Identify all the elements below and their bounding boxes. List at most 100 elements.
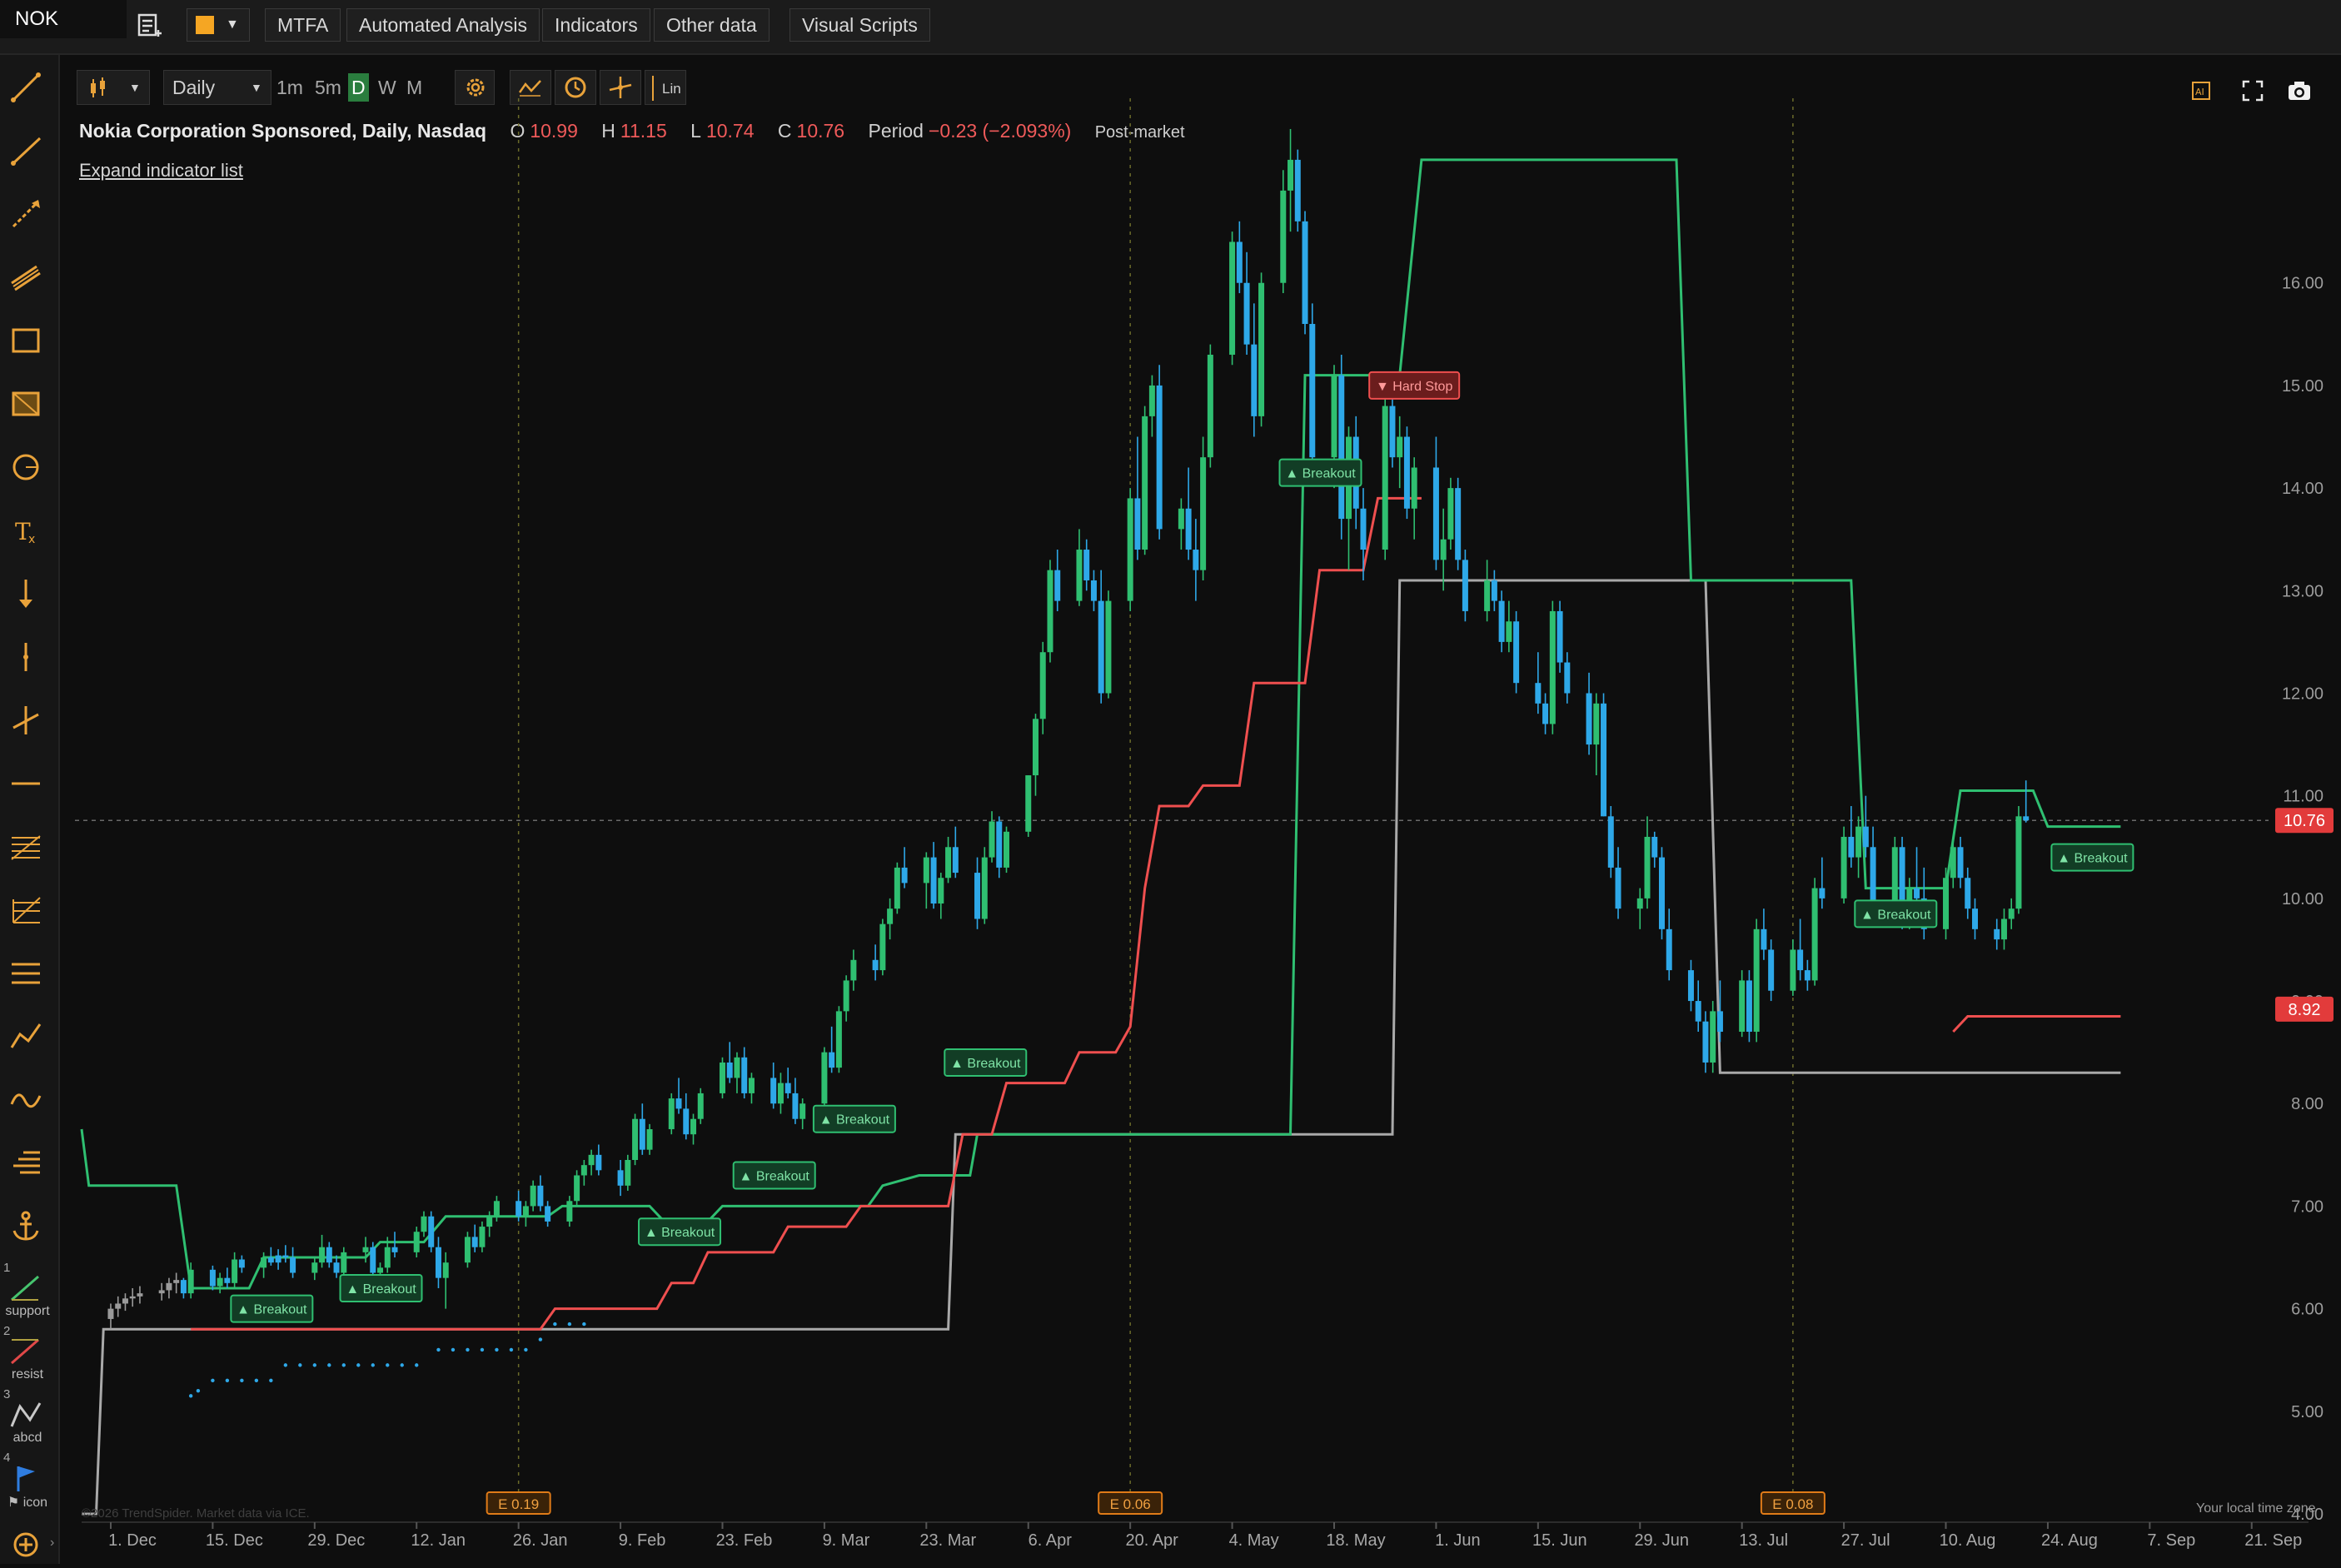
candle-body — [697, 1093, 704, 1119]
wave-tool-icon[interactable] — [7, 1081, 45, 1119]
candle-body — [2008, 908, 2015, 919]
candle-body — [1302, 221, 1308, 325]
candle-body — [741, 1057, 748, 1093]
candle-body — [1047, 570, 1053, 653]
anchor-tool-icon[interactable] — [7, 1207, 45, 1246]
watchlist-icon[interactable] — [135, 12, 163, 40]
x-tick-label: 29. Dec — [307, 1531, 365, 1550]
support-tool-icon[interactable] — [7, 1269, 45, 1302]
price-chart[interactable]: E 0.19 E 0.06 E 0.08 ▲ Breakout ▲ Breakout ▲… — [60, 55, 2341, 1564]
trailing-dot — [283, 1363, 288, 1367]
candle-body — [442, 1262, 449, 1278]
volume-profile-tool-icon[interactable] — [7, 1144, 45, 1182]
candle-body — [894, 867, 900, 909]
fibonacci-tool-icon[interactable] — [7, 828, 45, 866]
candle-body — [115, 1303, 122, 1309]
range-box-tool-icon[interactable] — [7, 385, 45, 423]
candle-body — [1098, 600, 1104, 694]
candle-body — [1331, 375, 1337, 458]
candle-body — [173, 1280, 180, 1283]
polyline-tool-icon[interactable] — [7, 1018, 45, 1056]
automated-analysis-button[interactable]: Automated Analysis — [346, 8, 540, 42]
candle-body — [166, 1282, 172, 1291]
candle-body — [537, 1185, 544, 1207]
candle-body — [261, 1257, 267, 1268]
candle-body — [923, 857, 929, 884]
rectangle-tool-icon[interactable] — [7, 321, 45, 360]
candle-body — [646, 1129, 653, 1150]
candle-body — [1258, 282, 1265, 416]
candle-body — [1090, 580, 1097, 601]
flag-mini-icon: ⚑ — [7, 1496, 23, 1510]
circle-tool-icon[interactable] — [7, 448, 45, 486]
horizontal-line-tool-icon[interactable] — [7, 764, 45, 803]
candle-body — [209, 1269, 216, 1287]
candle-body — [952, 847, 959, 874]
trailing-dot — [327, 1363, 331, 1367]
y-tick-label: 15.00 — [2282, 377, 2324, 396]
earnings-label: E 0.08 — [1772, 1496, 1813, 1512]
candle-body — [901, 867, 908, 884]
candle-body — [1156, 385, 1163, 530]
chevron-right-icon[interactable]: › — [50, 1536, 54, 1551]
down-arrow-tool-icon[interactable] — [7, 575, 45, 613]
candle-body — [471, 1237, 478, 1247]
abcd-tool-icon[interactable] — [7, 1396, 45, 1429]
text-tool-icon[interactable]: Tx — [7, 511, 45, 550]
y-tick-label: 8.00 — [2291, 1095, 2324, 1113]
candle-body — [319, 1247, 326, 1263]
symbol-input[interactable] — [0, 0, 127, 38]
candle-body — [545, 1206, 551, 1222]
indicators-button[interactable]: Indicators — [542, 8, 650, 42]
breakout-label: ▲ Breakout — [346, 1282, 416, 1297]
candle-body — [719, 1062, 725, 1093]
y-tick-label: 13.00 — [2282, 582, 2324, 600]
candle-body — [835, 1011, 842, 1068]
visual-scripts-button[interactable]: Visual Scripts — [789, 8, 930, 42]
candle-body — [1229, 241, 1236, 355]
arrow-line-tool-icon[interactable] — [7, 195, 45, 233]
candle-body — [690, 1118, 697, 1135]
trailing-dot — [240, 1378, 244, 1383]
icon-tool-label-text: icon — [22, 1496, 48, 1510]
candle-body — [1840, 836, 1847, 898]
indicator-lines — [80, 158, 2121, 1516]
candle-body — [930, 857, 937, 904]
other-data-button[interactable]: Other data — [654, 8, 770, 42]
candle-body — [1193, 550, 1199, 570]
trailing-dot — [225, 1378, 230, 1383]
mtfa-button[interactable]: MTFA — [265, 8, 341, 42]
trendline-tool-icon[interactable] — [7, 68, 45, 107]
candle-body — [290, 1257, 296, 1273]
candle-body — [187, 1269, 194, 1294]
candle-body — [1440, 539, 1447, 560]
candle-body — [1004, 831, 1010, 868]
candle-body — [362, 1247, 369, 1252]
x-tick-label: 6. Apr — [1029, 1531, 1073, 1550]
candle-body — [1914, 888, 1920, 898]
x-tick-label: 7. Sep — [2147, 1531, 2195, 1550]
candle-body — [238, 1259, 245, 1268]
candle-body — [282, 1255, 289, 1258]
candle-body — [333, 1262, 340, 1273]
vertical-line-tool-icon[interactable] — [7, 638, 45, 676]
parallel-lines-tool-icon[interactable] — [7, 954, 45, 993]
flag-icon[interactable] — [7, 1459, 45, 1492]
candle-body — [479, 1227, 486, 1247]
breakout-label: ▲ Breakout — [740, 1169, 810, 1183]
ray-tool-icon[interactable] — [7, 132, 45, 170]
candle-body — [391, 1247, 398, 1252]
candle-body — [224, 1277, 231, 1283]
candle-body — [1819, 888, 1825, 898]
trailing-dot — [371, 1363, 375, 1367]
channel-tool-icon[interactable] — [7, 258, 45, 296]
y-tick-label: 5.00 — [2291, 1403, 2324, 1421]
fib-fan-tool-icon[interactable] — [7, 891, 45, 929]
candle-body — [1811, 888, 1818, 981]
candle-body — [1790, 949, 1796, 991]
add-tool-icon[interactable] — [7, 1526, 45, 1564]
resist-tool-icon[interactable] — [7, 1332, 45, 1366]
crosshair-tool-icon[interactable] — [7, 701, 45, 739]
candle-body — [1651, 836, 1658, 858]
color-swatch-button[interactable]: ▼ — [187, 8, 250, 42]
